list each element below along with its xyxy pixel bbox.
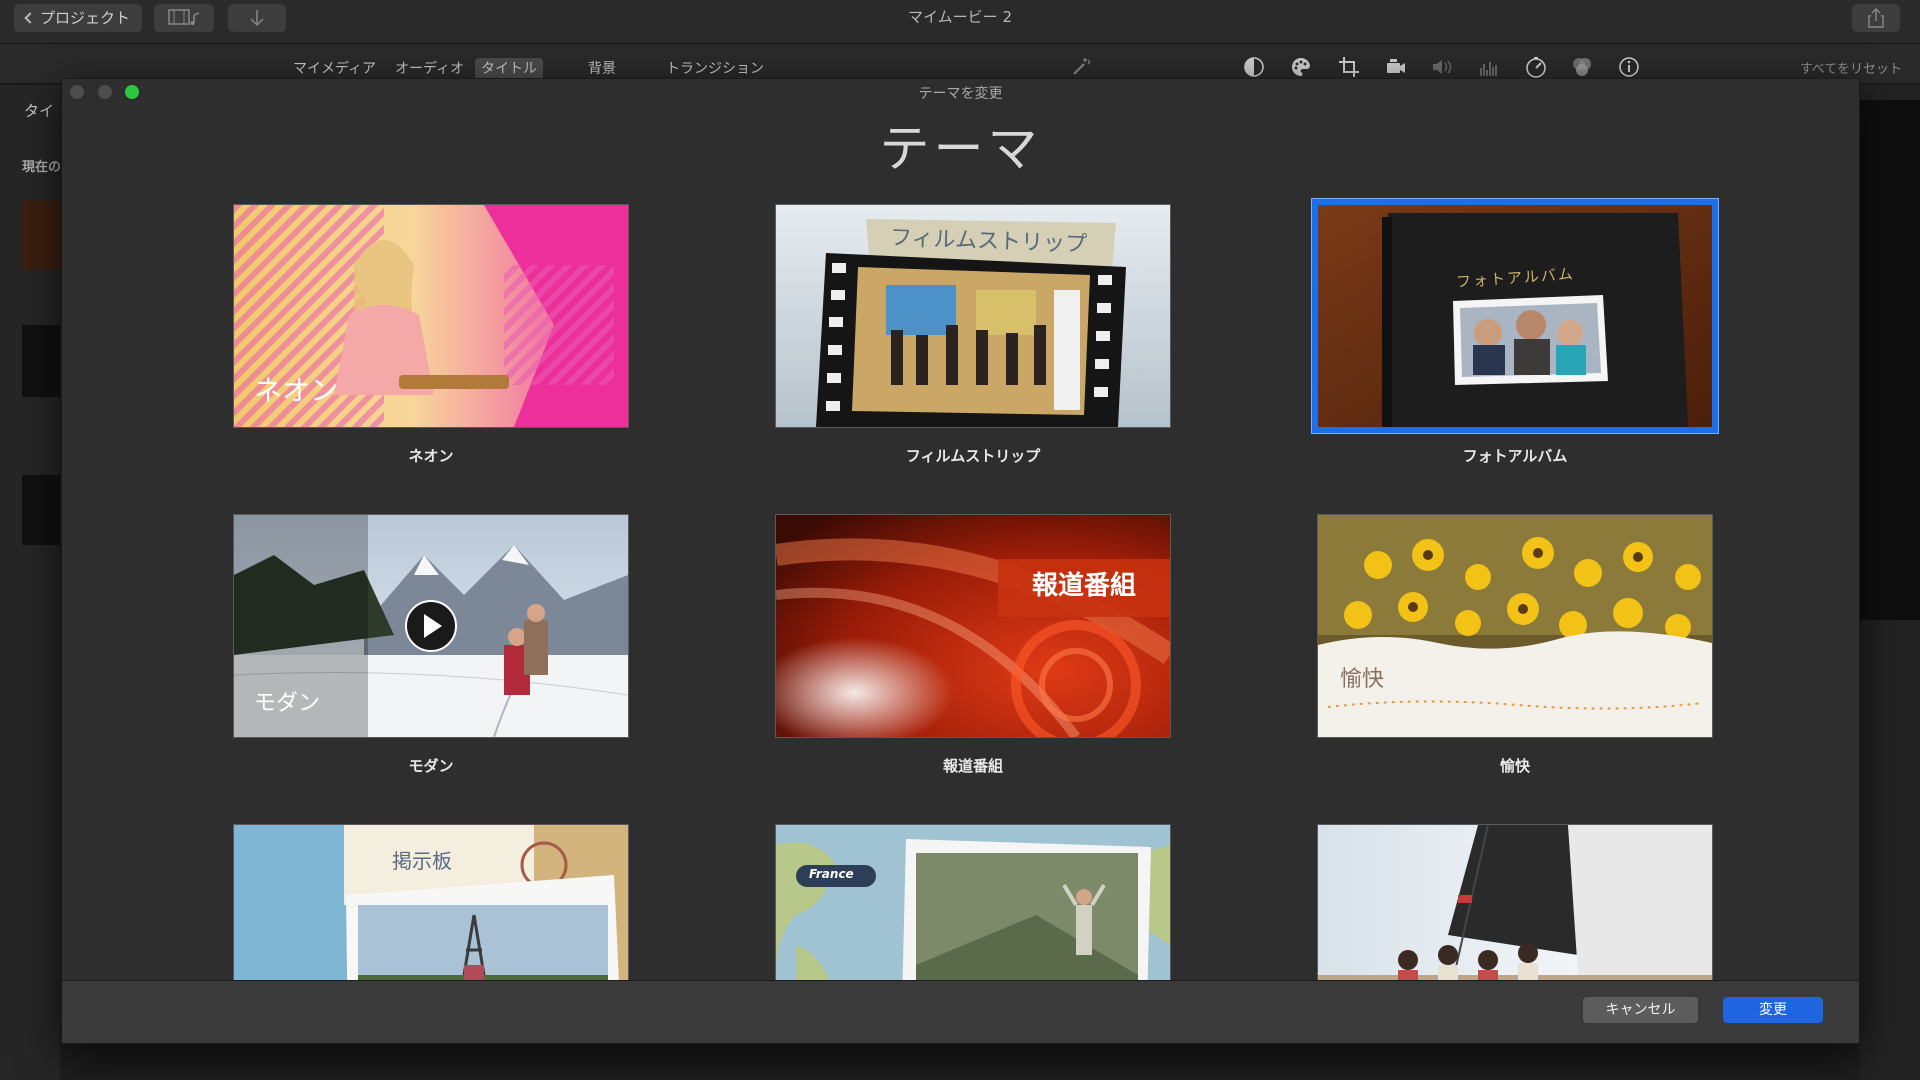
color-balance-icon[interactable]	[1243, 56, 1265, 78]
theme-chooser-dialog: テーマを変更 テーマ ネオン ネオン フィルムストリップ フィルムストリップ フ…	[61, 78, 1860, 1044]
theme-thumb-title: モダン	[254, 691, 321, 716]
tab-audio[interactable]: オーディオ	[389, 58, 470, 80]
app-toolbar: プロジェクト マイムービー 2	[0, 0, 1920, 44]
theme-thumbnail: フィルムストリップ	[776, 205, 1170, 427]
left-tab-label[interactable]: タイ	[24, 100, 54, 121]
current-theme-label: 現在の	[22, 160, 62, 175]
stabilization-camera-icon[interactable]	[1385, 56, 1407, 78]
project-title: マイムービー 2	[907, 8, 1012, 26]
theme-thumbnail: フォトアルバム	[1318, 205, 1712, 427]
theme-thumb-title: 掲示板	[392, 849, 452, 873]
theme-thumbnail: 愉快	[1318, 515, 1712, 737]
change-button[interactable]: 変更	[1723, 997, 1823, 1023]
info-icon[interactable]	[1618, 56, 1640, 78]
dialog-footer: キャンセル 変更	[62, 980, 1859, 1043]
theme-label: ネオン	[408, 447, 454, 465]
viewer-canvas	[1860, 100, 1920, 620]
theme-thumb-title: ネオン	[254, 374, 339, 407]
cancel-button[interactable]: キャンセル	[1583, 997, 1698, 1023]
news-preview	[776, 515, 1170, 737]
viewer-panel	[1860, 85, 1920, 1080]
clip-thumbnail[interactable]	[22, 325, 60, 397]
left-browser-panel	[0, 85, 60, 1080]
magic-wand-icon[interactable]	[1070, 56, 1092, 78]
tab-backgrounds[interactable]: 背景	[582, 58, 622, 80]
color-palette-icon[interactable]	[1290, 56, 1312, 78]
playful-preview	[1318, 515, 1712, 737]
volume-icon[interactable]	[1431, 56, 1453, 78]
crop-icon[interactable]	[1338, 56, 1360, 78]
equalizer-icon[interactable]	[1478, 56, 1500, 78]
theme-label: フィルムストリップ	[905, 447, 1041, 465]
theme-label: フォトアルバム	[1462, 447, 1568, 465]
theme-thumbnail: ネオン	[234, 205, 628, 427]
clip-thumbnail[interactable]	[22, 200, 60, 270]
tab-transitions[interactable]: トランジション	[660, 58, 770, 80]
theme-thumbnail: モダン	[234, 515, 628, 737]
theme-label: モダン	[408, 757, 454, 775]
theme-label: 愉快	[1499, 757, 1530, 775]
theme-label: 報道番組	[942, 757, 1003, 775]
share-icon	[1868, 8, 1884, 28]
share-button[interactable]	[1852, 4, 1900, 32]
theme-thumb-title: フィルムストリップ	[889, 225, 1088, 258]
theme-thumb-title: 愉快	[1340, 667, 1385, 692]
theme-thumbnail: 報道番組	[776, 515, 1170, 737]
speed-gauge-icon[interactable]	[1525, 56, 1547, 78]
theme-thumb-title: France	[809, 867, 854, 881]
clip-thumbnail[interactable]	[22, 475, 60, 545]
photo-album-preview	[1318, 205, 1712, 427]
dialog-heading: テーマ	[879, 120, 1042, 178]
tab-titles[interactable]: タイトル	[475, 58, 543, 80]
reset-all-button[interactable]: すべてをリセット	[1800, 58, 1902, 77]
clip-filter-icon[interactable]	[1571, 56, 1593, 78]
theme-thumb-title: 報道番組	[1032, 571, 1137, 601]
dialog-window-title: テーマを変更	[918, 86, 1003, 102]
tab-my-media[interactable]: マイメディア	[287, 58, 382, 80]
